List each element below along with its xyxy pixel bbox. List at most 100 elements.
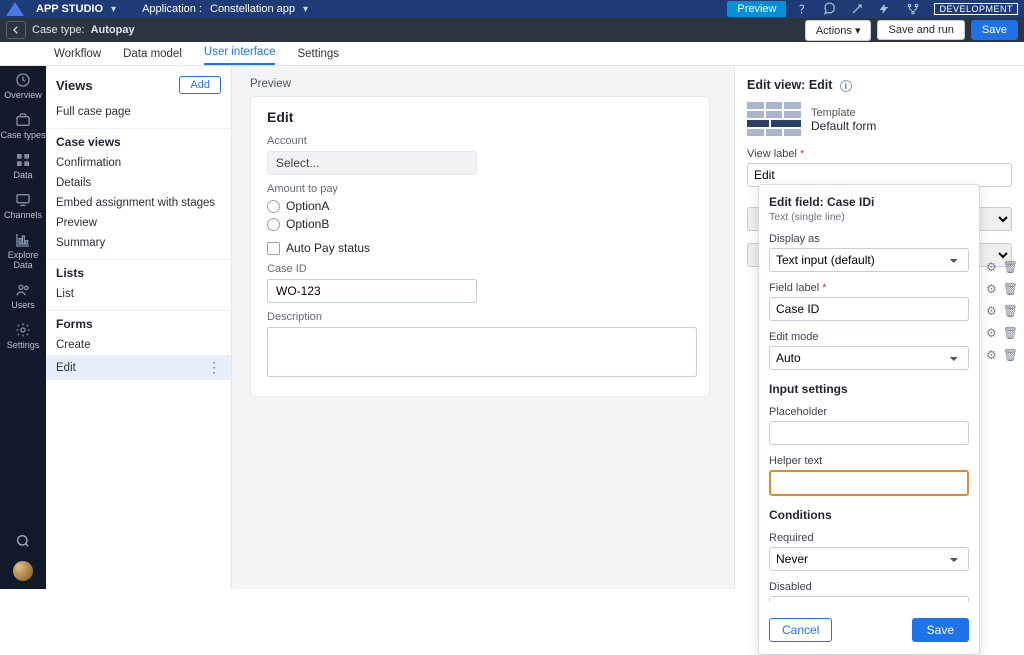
view-item-label: Edit <box>56 362 76 374</box>
pega-logo-icon <box>6 2 24 16</box>
branch-icon[interactable] <box>906 2 926 16</box>
edit-field-heading: Edit field: Case ID i <box>769 195 969 209</box>
bolt-icon[interactable] <box>878 2 898 16</box>
gear-icon[interactable]: ⚙ <box>986 348 997 362</box>
save-button[interactable]: Save <box>971 20 1018 40</box>
radio-icon <box>267 218 280 231</box>
application-switcher-chevron-icon[interactable]: ▾ <box>303 4 308 15</box>
gear-icon[interactable]: ⚙ <box>986 260 997 274</box>
view-item[interactable]: Details <box>46 173 231 193</box>
rail-overview[interactable]: Overview <box>4 72 42 100</box>
user-avatar[interactable] <box>13 561 33 581</box>
help-icon[interactable]: ？ <box>794 1 814 17</box>
trash-icon[interactable]: 🗑 <box>1003 326 1018 340</box>
trash-icon[interactable]: 🗑 <box>1003 304 1018 318</box>
views-group-lists: Lists <box>46 259 231 284</box>
rail-search-icon[interactable] <box>15 533 31 549</box>
checkbox-icon[interactable] <box>267 242 280 255</box>
gear-icon[interactable]: ⚙ <box>986 304 997 318</box>
preview-app-button[interactable]: Preview <box>727 1 786 17</box>
view-item[interactable]: Confirmation <box>46 153 231 173</box>
account-select[interactable]: Select... <box>267 151 477 175</box>
save-and-run-button[interactable]: Save and run <box>877 20 964 40</box>
gear-icon[interactable]: ⚙ <box>986 282 997 296</box>
rail-label: Settings <box>7 340 40 350</box>
tab-user-interface[interactable]: User interface <box>204 46 276 65</box>
chat-icon[interactable] <box>822 2 842 16</box>
field-row-actions-column: ⚙ 🗑 ⚙ 🗑 ⚙ 🗑 ⚙ 🗑 ⚙ 🗑 <box>986 260 1018 362</box>
rail-label: Users <box>11 300 35 310</box>
tab-settings[interactable]: Settings <box>297 48 339 65</box>
view-label-label: View label <box>747 148 797 160</box>
trash-icon[interactable]: 🗑 <box>1003 260 1018 274</box>
template-thumbnail-icon <box>747 102 801 138</box>
caseid-field-label: Case ID <box>267 263 693 275</box>
account-field-label: Account <box>267 135 693 147</box>
app-bar: APP STUDIO ▾ Application : Constellation… <box>0 0 1024 18</box>
view-item[interactable]: Embed assignment with stages <box>46 193 231 213</box>
amount-option-a[interactable]: OptionA <box>267 199 693 213</box>
preview-card-title: Edit <box>267 109 693 125</box>
views-group-forms: Forms <box>46 310 231 335</box>
case-tabs: Workflow Data model User interface Setti… <box>0 42 1024 66</box>
info-icon[interactable]: i <box>871 195 874 209</box>
placeholder-label: Placeholder <box>769 406 969 418</box>
add-view-button[interactable]: Add <box>179 76 221 94</box>
rail-label: Channels <box>4 210 42 220</box>
trash-icon[interactable]: 🗑 <box>1003 282 1018 296</box>
edit-field-save-button[interactable]: Save <box>912 618 969 642</box>
required-select[interactable]: Never <box>769 547 969 571</box>
input-settings-heading: Input settings <box>769 382 969 396</box>
autopay-checkbox-label: Auto Pay status <box>286 241 370 255</box>
edit-view-heading: Edit view: Edit i <box>747 78 1012 92</box>
trash-icon[interactable]: 🗑 <box>1003 348 1018 362</box>
application-label: Application : <box>142 3 202 15</box>
rail-settings[interactable]: Settings <box>7 322 40 350</box>
amount-option-b[interactable]: OptionB <box>267 217 693 231</box>
rail-data[interactable]: Data <box>13 152 32 180</box>
view-item[interactable]: List <box>46 284 231 304</box>
description-field-label: Description <box>267 311 693 323</box>
view-full-case-page[interactable]: Full case page <box>46 102 231 122</box>
tab-workflow[interactable]: Workflow <box>54 48 101 65</box>
view-item[interactable]: Summary <box>46 233 231 253</box>
helper-text-input[interactable] <box>769 470 969 496</box>
case-type-prefix: Case type: <box>32 24 85 36</box>
radio-label: OptionA <box>286 199 329 213</box>
view-item[interactable]: Create <box>46 335 231 355</box>
gear-icon[interactable]: ⚙ <box>986 326 997 340</box>
disabled-label: Disabled <box>769 581 969 593</box>
case-type-name: Autopay <box>91 24 135 36</box>
view-item-menu-icon[interactable]: ⋮ <box>207 359 221 376</box>
rail-explore-data[interactable]: Explore Data <box>0 232 46 270</box>
caseid-input[interactable] <box>267 279 477 303</box>
edit-field-cancel-button[interactable]: Cancel <box>769 618 832 642</box>
wand-icon[interactable] <box>850 2 870 16</box>
chevron-down-icon: ▾ <box>855 25 861 37</box>
radio-label: OptionB <box>286 217 329 231</box>
rail-case-types[interactable]: Case types <box>0 112 45 140</box>
info-icon[interactable]: i <box>840 80 852 92</box>
display-as-select[interactable]: Text input (default) <box>769 248 969 272</box>
description-textarea[interactable] <box>267 327 697 377</box>
views-title: Views <box>56 78 93 93</box>
edit-field-pane: Edit field: Case ID i Text (single line)… <box>758 184 980 655</box>
template-label: Template <box>811 107 876 119</box>
rail-users[interactable]: Users <box>11 282 35 310</box>
actions-menu-button[interactable]: Actions ▾ <box>805 20 872 41</box>
edit-mode-select[interactable]: Auto <box>769 346 969 370</box>
rail-channels[interactable]: Channels <box>4 192 42 220</box>
amount-field-label: Amount to pay <box>267 183 693 195</box>
rail-label: Overview <box>4 90 42 100</box>
view-item[interactable]: Preview <box>46 213 231 233</box>
placeholder-input[interactable] <box>769 421 969 445</box>
studio-switcher-chevron-icon[interactable]: ▾ <box>111 4 116 15</box>
back-button[interactable] <box>6 21 26 39</box>
view-item-selected[interactable]: Edit ⋮ <box>46 355 231 380</box>
tab-data-model[interactable]: Data model <box>123 48 182 65</box>
required-label: Required <box>769 532 969 544</box>
field-label-label: Field label <box>769 282 819 294</box>
environment-badge: DEVELOPMENT <box>934 3 1018 15</box>
display-as-label: Display as <box>769 233 969 245</box>
field-label-input[interactable] <box>769 297 969 321</box>
